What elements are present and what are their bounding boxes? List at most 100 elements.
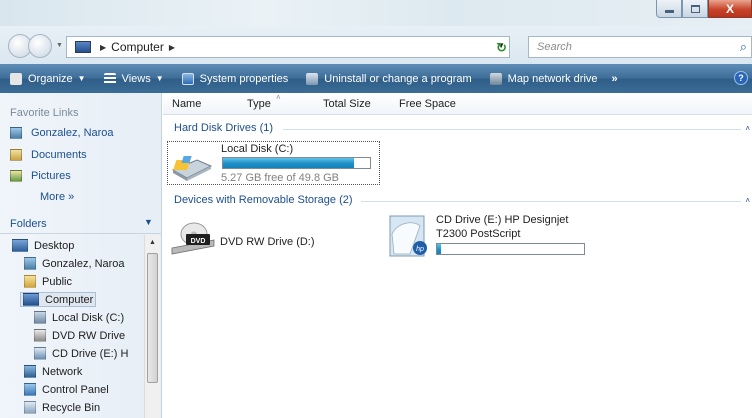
uninstall-program-icon <box>306 72 319 85</box>
maximize-icon <box>690 4 700 13</box>
tree-item-label: CD Drive (E:) H <box>52 347 129 360</box>
drive-name-line1: CD Drive (E:) HP Designjet <box>436 214 569 226</box>
tree-item-recycle-bin[interactable]: Recycle Bin <box>24 401 100 414</box>
tree-item-label: Control Panel <box>42 383 109 396</box>
drive-usage-bar <box>222 157 371 169</box>
hard-disk-icon <box>34 311 46 324</box>
tree-item-label: Recycle Bin <box>42 401 101 414</box>
tree-item-label: Network <box>42 365 83 378</box>
pictures-icon <box>10 170 22 182</box>
dvd-drive-icon <box>34 329 46 342</box>
drive-usage-fill <box>223 158 355 168</box>
tree-item-network[interactable]: Network <box>24 365 82 378</box>
folder-tree-scrollbar[interactable]: ▲ <box>144 235 160 418</box>
tree-item-computer[interactable]: Computer <box>20 292 97 307</box>
tree-item-dvd-drive[interactable]: DVD RW Drive <box>34 329 125 342</box>
column-total-size[interactable]: Total Size <box>323 98 371 110</box>
tree-item-cd-drive[interactable]: CD Drive (E:) H <box>34 347 128 360</box>
tree-item-desktop[interactable]: Desktop <box>12 239 74 252</box>
tree-item-label: DVD RW Drive <box>52 329 126 342</box>
favorite-link-label: Documents <box>31 149 87 161</box>
cd-drive-icon <box>34 347 46 360</box>
minimize-button[interactable] <box>656 0 682 18</box>
search-icon[interactable]: ⌕ <box>740 39 747 55</box>
tree-item-label: Computer <box>45 293 94 306</box>
computer-icon <box>75 41 91 53</box>
computer-icon <box>23 293 39 306</box>
divider <box>0 233 161 234</box>
maximize-button[interactable] <box>682 0 708 18</box>
views-button[interactable]: Views ▼ <box>103 72 164 85</box>
collapse-group-icon[interactable]: ˄ <box>745 124 750 133</box>
refresh-icon[interactable]: ↻ <box>496 40 507 56</box>
group-title: Hard Disk Drives (1) <box>174 122 274 134</box>
favorite-link-label: Gonzalez, Naroa <box>31 127 114 139</box>
group-divider <box>361 201 741 202</box>
documents-icon <box>10 149 22 161</box>
double-chevron-icon: » <box>68 191 75 203</box>
group-header-hard-disks[interactable]: Hard Disk Drives (1) <box>174 122 273 134</box>
close-icon: X <box>725 1 734 16</box>
drive-name-line2: T2300 PostScript <box>436 228 521 240</box>
uninstall-program-label: Uninstall or change a program <box>324 72 472 85</box>
favorite-links-heading: Favorite Links <box>10 107 79 119</box>
favorite-link-documents[interactable]: Documents <box>10 149 87 161</box>
tree-item-local-disk[interactable]: Local Disk (C:) <box>34 311 124 324</box>
breadcrumb-computer[interactable]: Computer <box>111 40 164 54</box>
address-row: ▼ ▶ Computer ▶ ▼ ↻ Search ⌕ <box>0 26 752 64</box>
tree-item-label: Desktop <box>34 239 75 252</box>
recycle-bin-icon <box>24 401 36 414</box>
breadcrumb-separator-icon[interactable]: ▶ <box>100 43 106 52</box>
favorite-link-user[interactable]: Gonzalez, Naroa <box>10 127 114 139</box>
forward-button[interactable] <box>28 34 52 58</box>
tree-item-label: Local Disk (C:) <box>52 311 125 324</box>
recent-pages-dropdown[interactable]: ▼ <box>56 42 63 49</box>
breadcrumb-separator-icon[interactable]: ▶ <box>169 43 175 52</box>
collapse-group-icon[interactable]: ˄ <box>745 196 750 205</box>
favorite-link-pictures[interactable]: Pictures <box>10 170 71 182</box>
search-input[interactable]: Search ⌕ <box>528 36 752 58</box>
user-folder-icon <box>24 257 36 270</box>
control-panel-icon <box>24 383 36 396</box>
system-properties-icon <box>181 72 194 85</box>
column-name[interactable]: Name <box>172 98 201 110</box>
desktop-icon <box>12 239 28 252</box>
more-favorites-link[interactable]: More » <box>40 191 74 203</box>
toolbar-overflow-button[interactable]: » <box>612 73 618 85</box>
caption-buttons: X <box>656 0 752 20</box>
group-header-removable[interactable]: Devices with Removable Storage (2) <box>174 194 353 206</box>
cd-drive-icon: hp <box>389 215 427 257</box>
tree-item-control-panel[interactable]: Control Panel <box>24 383 109 396</box>
chevron-down-icon: ▼ <box>77 74 86 83</box>
tree-item-public[interactable]: Public <box>24 275 72 288</box>
map-network-drive-label: Map network drive <box>507 72 598 85</box>
tree-item-user[interactable]: Gonzalez, Naroa <box>24 257 125 270</box>
favorite-link-label: Pictures <box>31 170 71 182</box>
group-title: Devices with Removable Storage (2) <box>174 194 353 206</box>
hard-disk-icon <box>171 156 213 181</box>
scroll-up-icon[interactable]: ▲ <box>149 239 156 246</box>
tree-item-label: Gonzalez, Naroa <box>42 257 125 270</box>
views-label: Views <box>121 72 151 85</box>
dvd-drive-icon: DVD <box>171 222 215 255</box>
map-network-drive-button[interactable]: Map network drive <box>489 72 598 85</box>
system-properties-button[interactable]: System properties <box>181 72 289 85</box>
column-free-space[interactable]: Free Space <box>399 98 456 110</box>
organize-label: Organize <box>28 72 73 85</box>
overflow-chevron-icon: » <box>611 72 618 85</box>
address-bar[interactable]: ▶ Computer ▶ ▼ <box>66 36 510 58</box>
svg-text:DVD: DVD <box>191 238 206 245</box>
organize-button[interactable]: Organize ▼ <box>10 72 86 85</box>
drive-name: DVD RW Drive (D:) <box>220 236 315 248</box>
folders-heading[interactable]: Folders <box>10 218 47 230</box>
column-type[interactable]: Type <box>247 98 271 110</box>
command-bar: Organize ▼ Views ▼ System properties Uni… <box>0 64 752 93</box>
search-placeholder: Search <box>537 41 572 53</box>
help-icon[interactable]: ? <box>734 71 748 85</box>
chevron-down-icon[interactable]: ▼ <box>144 217 153 227</box>
title-bar: X <box>0 0 752 26</box>
system-properties-label: System properties <box>199 72 289 85</box>
close-button[interactable]: X <box>708 0 752 18</box>
uninstall-program-button[interactable]: Uninstall or change a program <box>306 72 472 85</box>
scroll-thumb[interactable] <box>147 253 158 383</box>
